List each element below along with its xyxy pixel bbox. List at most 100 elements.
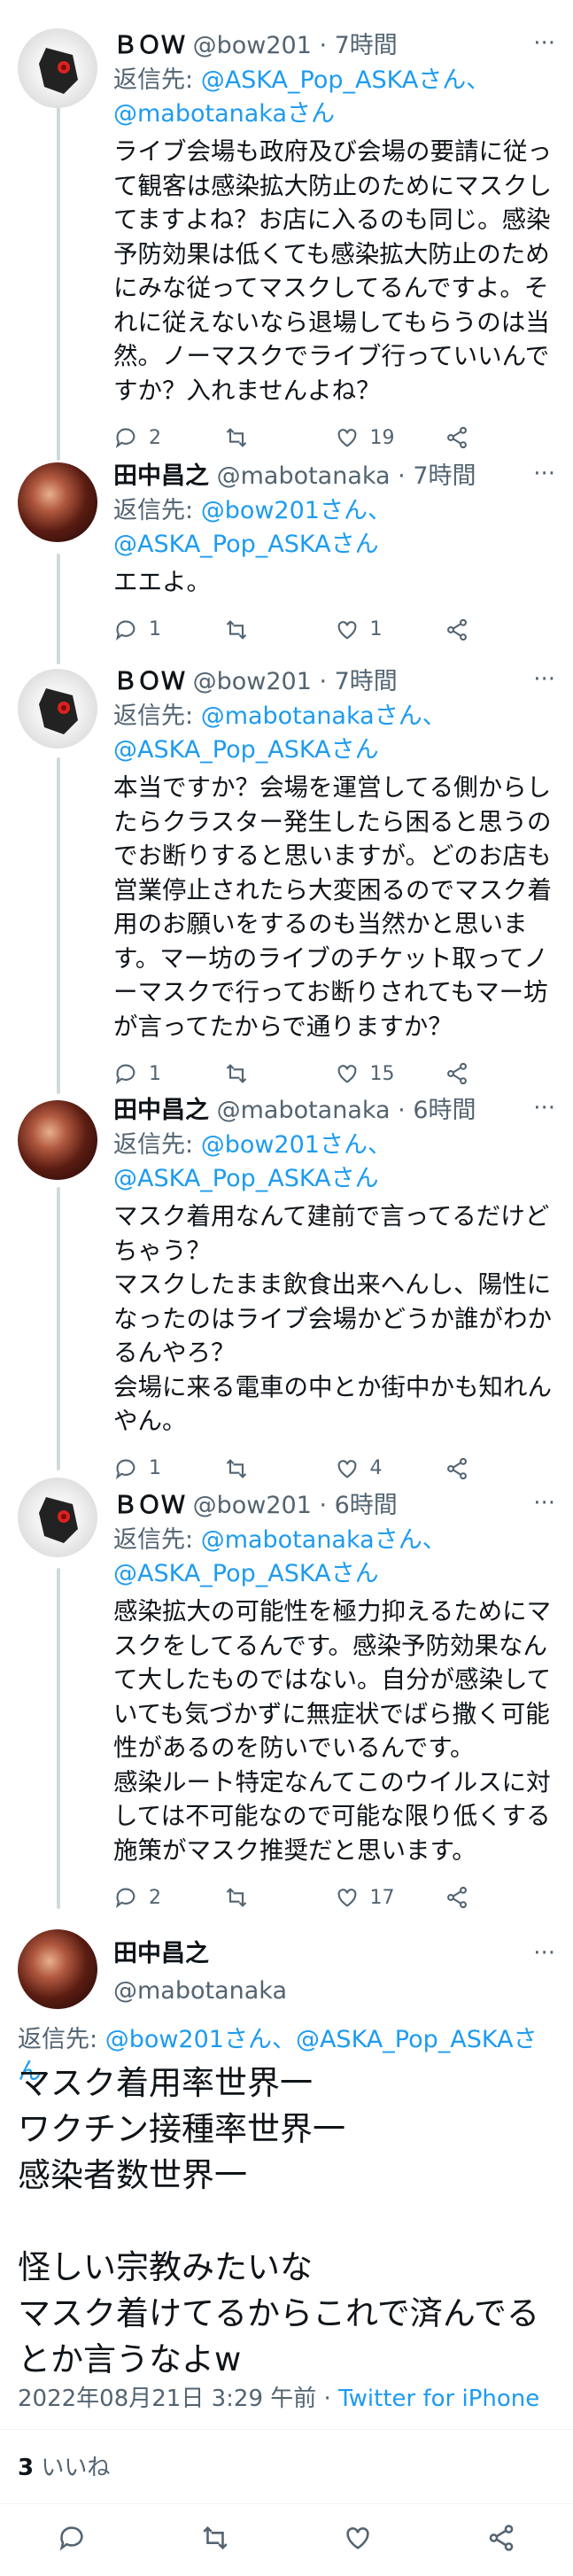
like-button[interactable]: 15: [335, 1061, 445, 1086]
more-dots-icon[interactable]: ···: [533, 461, 555, 487]
likes-summary[interactable]: 3 いいね: [18, 2452, 110, 2484]
author-name[interactable]: ＢＯＷ: [113, 668, 185, 695]
thread-line: [57, 554, 60, 664]
tweet-meta: 2022年08月21日 3:29 午前 · Twitter for iPhone: [18, 2383, 564, 2415]
author-handle[interactable]: @bow201 · 6時間: [193, 1492, 398, 1519]
more-dots-icon[interactable]: ···: [533, 1490, 555, 1517]
avatar[interactable]: [18, 1929, 97, 2009]
share-icon: [447, 426, 468, 449]
thread-line: [57, 1568, 60, 1909]
share-icon[interactable]: [486, 2523, 516, 2553]
reply-prefix: 返信先:: [113, 1131, 201, 1159]
focused-actions: [0, 2523, 573, 2558]
tweet-actions: 2 19: [113, 422, 555, 454]
author-name[interactable]: ＢＯＷ: [113, 1492, 185, 1519]
author-handle[interactable]: @mabotanaka: [113, 1975, 287, 2007]
retweet-icon[interactable]: [200, 2523, 230, 2553]
like-button[interactable]: 1: [335, 617, 445, 642]
thread-line: [57, 89, 60, 461]
tweet-actions: 1 4: [113, 1453, 555, 1485]
client-link[interactable]: Twitter for iPhone: [338, 2386, 539, 2412]
like-button[interactable]: 19: [335, 425, 445, 450]
author-handle[interactable]: @mabotanaka · 7時間: [217, 462, 476, 490]
likes-label: いいね: [34, 2455, 111, 2481]
author-name[interactable]: 田中昌之: [113, 1938, 287, 1970]
like-count: 1: [369, 618, 383, 640]
reply-icon[interactable]: [57, 2523, 87, 2553]
author-handle[interactable]: @bow201 · 7時間: [193, 32, 398, 59]
retweet-icon: [226, 619, 246, 640]
author-name[interactable]: 田中昌之: [113, 462, 209, 490]
retweet-icon: [226, 1888, 246, 1907]
avatar[interactable]: [18, 28, 97, 108]
likes-count: 3: [18, 2455, 35, 2481]
avatar[interactable]: [18, 462, 97, 542]
divider: [0, 2429, 573, 2430]
retweet-icon: [226, 1458, 246, 1478]
timestamp[interactable]: 2022年08月21日 3:29 午前: [18, 2386, 316, 2412]
more-dots-icon[interactable]: ···: [533, 1940, 555, 1967]
retweet-button[interactable]: [224, 1456, 335, 1481]
meta-separator: ·: [316, 2386, 339, 2412]
heart-icon: [337, 429, 356, 447]
reply-count: 2: [149, 426, 161, 449]
retweet-button[interactable]: [224, 1885, 335, 1910]
share-button[interactable]: [445, 1456, 555, 1481]
reply-button[interactable]: 1: [113, 617, 224, 642]
author-block: 田中昌之 @mabotanaka: [113, 1938, 287, 2007]
avatar[interactable]: [18, 1478, 97, 1557]
reply-prefix: 返信先:: [113, 66, 201, 94]
retweet-button[interactable]: [224, 617, 335, 642]
tweet-actions: 1 1: [113, 614, 555, 646]
retweet-button[interactable]: [224, 425, 335, 450]
reply-icon: [115, 1888, 136, 1908]
reply-icon: [115, 1459, 136, 1479]
reply-to: 返信先: @bow201さん、@ASKA_Pop_ASKAさん: [113, 1129, 555, 1196]
more-dots-icon[interactable]: ···: [533, 1095, 555, 1121]
reply-button[interactable]: 1: [113, 1061, 224, 1086]
tweet-text: マスク着用率世界一 ワクチン接種率世界一 感染者数世界一 怪しい宗教みたいな マ…: [18, 2064, 540, 2378]
like-button[interactable]: 4: [335, 1456, 445, 1481]
heart-icon: [337, 1065, 356, 1083]
thread-line: [57, 1187, 60, 1470]
reply-to: 返信先: @mabotanakaさん、@ASKA_Pop_ASKAさん: [113, 1524, 555, 1591]
reply-button[interactable]: 2: [113, 425, 224, 450]
share-icon: [447, 1457, 468, 1479]
tweet-text: ライブ会場も政府及び会場の要請に従って観客は感染拡大防止のためにマスクしてますよ…: [113, 137, 552, 405]
like-count: 4: [369, 1457, 383, 1479]
more-dots-icon[interactable]: ···: [533, 666, 555, 693]
reply-icon: [115, 428, 136, 448]
like-count: 15: [369, 1062, 395, 1085]
avatar[interactable]: [18, 1100, 97, 1180]
like-count: 19: [369, 426, 395, 449]
retweet-icon: [226, 428, 246, 447]
retweet-button[interactable]: [224, 1061, 335, 1086]
share-button[interactable]: [445, 425, 555, 450]
heart-icon: [337, 1459, 356, 1478]
share-button[interactable]: [445, 1885, 555, 1910]
heart-icon: [337, 620, 356, 640]
reply-to: 返信先: @ASKA_Pop_ASKAさん、@mabotanakaさん: [113, 64, 555, 131]
author-handle[interactable]: @bow201 · 7時間: [193, 668, 398, 695]
avatar[interactable]: [18, 669, 97, 749]
divider: [0, 2503, 573, 2504]
more-dots-icon[interactable]: ···: [533, 30, 555, 57]
author-handle[interactable]: @mabotanaka · 6時間: [217, 1097, 476, 1124]
share-button[interactable]: [445, 1061, 555, 1086]
reply-button[interactable]: 1: [113, 1456, 224, 1481]
heart-icon[interactable]: [343, 2523, 373, 2553]
like-count: 17: [369, 1886, 395, 1909]
author-name[interactable]: ＢＯＷ: [113, 32, 185, 59]
thread-line: [57, 757, 60, 1094]
tweet-text: 感染拡大の可能性を極力抑えるためにマスクをしてるんです。感染予防効果なんて大した…: [113, 1597, 552, 1865]
share-icon: [447, 1886, 468, 1909]
like-button[interactable]: 17: [335, 1885, 445, 1910]
share-icon: [447, 1062, 468, 1085]
share-button[interactable]: [445, 617, 555, 642]
reply-prefix: 返信先:: [18, 2026, 105, 2053]
share-icon: [447, 618, 468, 640]
reply-button[interactable]: 2: [113, 1885, 224, 1910]
reply-to: 返信先: @mabotanakaさん、@ASKA_Pop_ASKAさん: [113, 700, 555, 767]
author-name[interactable]: 田中昌之: [113, 1097, 209, 1124]
retweet-icon: [226, 1064, 246, 1083]
